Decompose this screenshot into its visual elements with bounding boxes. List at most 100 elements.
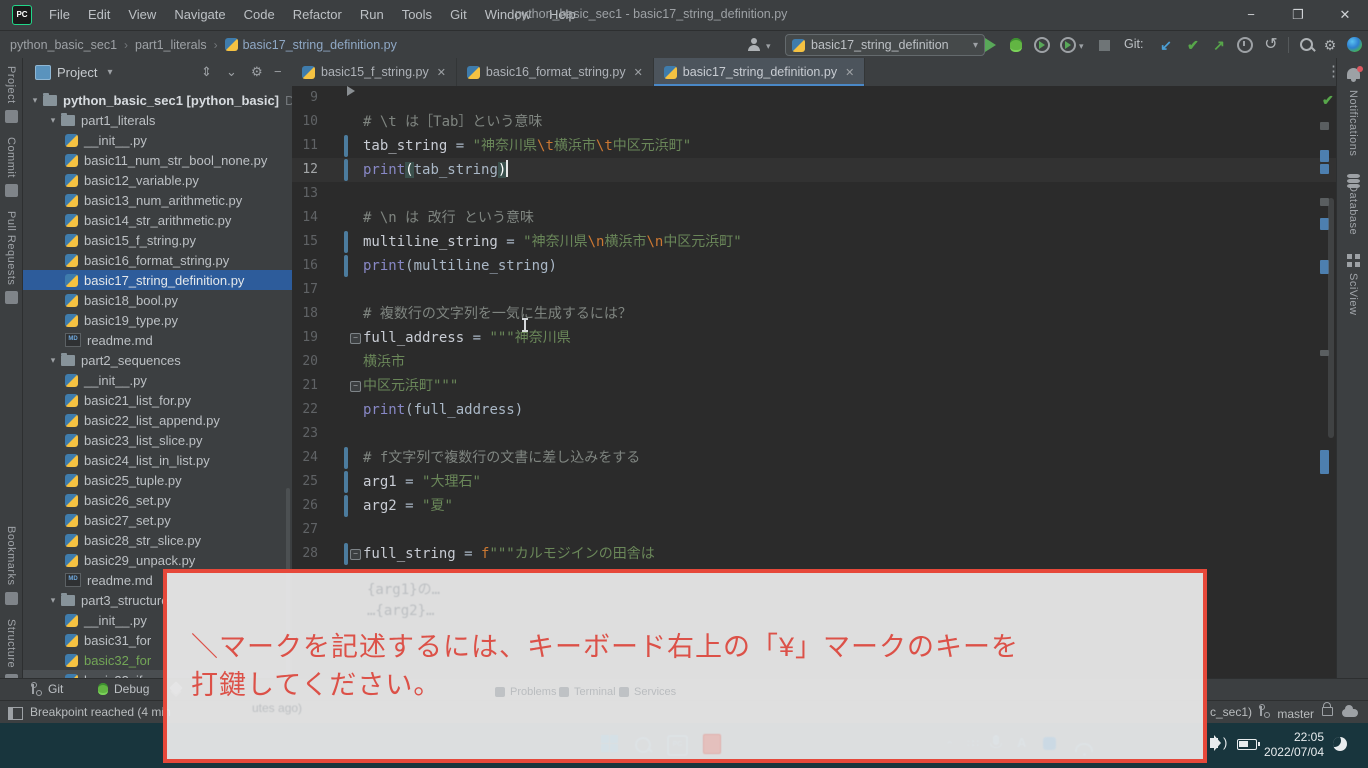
history-clock-icon[interactable] (1235, 35, 1255, 55)
line-number[interactable]: 13 (296, 182, 318, 206)
tree-expand-chevron-icon[interactable]: ▾ (29, 95, 41, 106)
panel-settings-gear-icon[interactable]: ⚙ (251, 65, 263, 79)
stripe-button-notifications[interactable]: Notifications (1347, 66, 1360, 156)
line-number[interactable]: 15 (296, 230, 318, 254)
tree-item-basic11_num_str_bool_none.py[interactable]: basic11_num_str_bool_none.py (23, 150, 292, 170)
editor-tab-basic16_format_string.py[interactable]: basic16_format_string.py✕ (457, 58, 654, 86)
line-number[interactable]: 22 (296, 398, 318, 422)
code-line-28[interactable]: 28−full_string = f"""カルモジインの田舎は (292, 542, 1336, 566)
tray-chevron-up-icon[interactable]: ⌃ (945, 739, 954, 752)
close-button[interactable]: ✕ (1328, 0, 1362, 30)
code-line-9[interactable]: 9 (292, 86, 1336, 110)
tree-item-basic13_num_arithmetic.py[interactable]: basic13_num_arithmetic.py (23, 190, 292, 210)
tree-item-basic17_string_definition.py[interactable]: basic17_string_definition.py (23, 270, 292, 290)
battery-icon[interactable] (1237, 735, 1257, 750)
menu-refactor[interactable]: Refactor (284, 0, 351, 30)
tree-item-basic15_f_string.py[interactable]: basic15_f_string.py (23, 230, 292, 250)
line-number[interactable]: 27 (296, 518, 318, 542)
code-line-13[interactable]: 13 (292, 182, 1336, 206)
menu-navigate[interactable]: Navigate (165, 0, 234, 30)
line-number[interactable]: 20 (296, 350, 318, 374)
git-commit-check-icon[interactable]: ✔ (1183, 35, 1203, 55)
tree-item-basic14_str_arithmetic.py[interactable]: basic14_str_arithmetic.py (23, 210, 292, 230)
taskbar-recorder-icon[interactable] (703, 734, 721, 754)
error-stripe-mark[interactable] (1320, 150, 1329, 162)
code-line-14[interactable]: 14# \n は 改行 という意味 (292, 206, 1336, 230)
editor-tab-basic15_f_string.py[interactable]: basic15_f_string.py✕ (292, 58, 457, 86)
menu-view[interactable]: View (119, 0, 165, 30)
stripe-button-commit[interactable]: Commit (5, 137, 18, 197)
git-branch-widget[interactable]: master (1258, 704, 1314, 721)
tree-item-part1_literals[interactable]: ▾part1_literals (23, 110, 292, 130)
line-number[interactable]: 11 (296, 134, 318, 158)
start-button-icon[interactable] (601, 735, 618, 752)
line-number[interactable]: 21 (296, 374, 318, 398)
tree-item-basic24_list_in_list.py[interactable]: basic24_list_in_list.py (23, 450, 292, 470)
editor-tab-basic17_string_definition.py[interactable]: basic17_string_definition.py✕ (654, 58, 866, 86)
menu-run[interactable]: Run (351, 0, 393, 30)
code-line-24[interactable]: 24# f文字列で複数行の文書に差し込みをする (292, 446, 1336, 470)
error-stripe-mark[interactable] (1320, 122, 1329, 130)
error-stripe-mark[interactable] (1320, 164, 1329, 174)
menu-tools[interactable]: Tools (393, 0, 441, 30)
line-number[interactable]: 14 (296, 206, 318, 230)
breadcrumb-file[interactable]: basic17_string_definition.py (243, 38, 397, 52)
code-line-20[interactable]: 20横浜市 (292, 350, 1336, 374)
tree-item-basic29_unpack.py[interactable]: basic29_unpack.py (23, 550, 292, 570)
unlock-icon[interactable] (1322, 701, 1333, 716)
stripe-button-bookmarks[interactable]: Bookmarks (5, 526, 18, 605)
tree-item-basic23_list_slice.py[interactable]: basic23_list_slice.py (23, 430, 292, 450)
menu-code[interactable]: Code (235, 0, 284, 30)
tree-item-python_basic_sec1[interactable]: ▾python_basic_sec1 [python_basic]D:¥proj… (23, 90, 292, 110)
collapse-all-icon[interactable]: ⌄ (226, 65, 237, 79)
code-line-15[interactable]: 15multiline_string = "神奈川県\n横浜市\n中区元浜町" (292, 230, 1336, 254)
line-number[interactable]: 10 (296, 110, 318, 134)
taskbar-clock[interactable]: 22:05 2022/07/04 (1262, 730, 1324, 760)
tree-item-__init__.py[interactable]: __init__.py (23, 130, 292, 150)
git-update-icon[interactable]: ↙ (1156, 35, 1176, 55)
line-number[interactable]: 12 (296, 158, 318, 182)
line-number[interactable]: 24 (296, 446, 318, 470)
user-dropdown-chevron-icon[interactable]: ▾ (766, 41, 771, 52)
tab-close-icon[interactable]: ✕ (634, 66, 643, 79)
toolwindow-git-button[interactable]: Git (30, 682, 63, 696)
run-configuration-select[interactable]: basic17_string_definition ▾ (785, 34, 985, 56)
tray-wifi-icon[interactable] (1075, 743, 1093, 757)
tree-item-basic22_list_append.py[interactable]: basic22_list_append.py (23, 410, 292, 430)
line-number[interactable]: 16 (296, 254, 318, 278)
tree-item-basic18_bool.py[interactable]: basic18_bool.py (23, 290, 292, 310)
breadcrumb-item[interactable]: python_basic_sec1 (10, 38, 117, 52)
speaker-icon[interactable] (1210, 735, 1218, 748)
stripe-button-structure[interactable]: Structure (5, 619, 18, 687)
code-line-25[interactable]: 25arg1 = "大理石" (292, 470, 1336, 494)
coverage-button[interactable] (1058, 35, 1078, 55)
tree-item-basic19_type.py[interactable]: basic19_type.py (23, 310, 292, 330)
code-line-21[interactable]: 21−中区元浜町""" (292, 374, 1336, 398)
interpreter-fragment[interactable]: c_sec1) (1210, 705, 1252, 719)
learn-plugin-icon[interactable] (1344, 35, 1364, 55)
line-number[interactable]: 9 (296, 86, 318, 110)
inspection-ok-check-icon[interactable]: ✔ (1322, 92, 1334, 109)
taskbar-search-icon[interactable] (635, 737, 651, 753)
tree-expand-chevron-icon[interactable]: ▾ (47, 115, 59, 126)
tree-item-part2_sequences[interactable]: ▾part2_sequences (23, 350, 292, 370)
tree-item-readme.md[interactable]: MDreadme.md (23, 330, 292, 350)
code-line-11[interactable]: 11tab_string = "神奈川県\t横浜市\t中区元浜町" (292, 134, 1336, 158)
code-line-26[interactable]: 26arg2 = "夏" (292, 494, 1336, 518)
tab-close-icon[interactable]: ✕ (845, 66, 854, 79)
line-number[interactable]: 17 (296, 278, 318, 302)
layout-switcher-icon[interactable] (8, 707, 23, 720)
tree-item-basic28_str_slice.py[interactable]: basic28_str_slice.py (23, 530, 292, 550)
coverage-dropdown-chevron-icon[interactable]: ▾ (1079, 41, 1084, 52)
tray-microphone-icon[interactable] (993, 735, 1002, 748)
line-number[interactable]: 26 (296, 494, 318, 518)
stripe-button-pull-requests[interactable]: Pull Requests (0, 211, 23, 304)
code-line-23[interactable]: 23 (292, 422, 1336, 446)
code-line-19[interactable]: 19−full_address = """神奈川県 (292, 326, 1336, 350)
status-message[interactable]: Breakpoint reached (4 min (30, 705, 171, 719)
tree-item-basic16_format_string.py[interactable]: basic16_format_string.py (23, 250, 292, 270)
code-line-10[interactable]: 10# \t は［Tab］という意味 (292, 110, 1336, 134)
code-line-18[interactable]: 18# 複数行の文字列を一気に生成するには？ (292, 302, 1336, 326)
breadcrumb-item[interactable]: part1_literals (135, 38, 207, 52)
taskbar-pycharm-icon[interactable]: PC (667, 735, 688, 756)
